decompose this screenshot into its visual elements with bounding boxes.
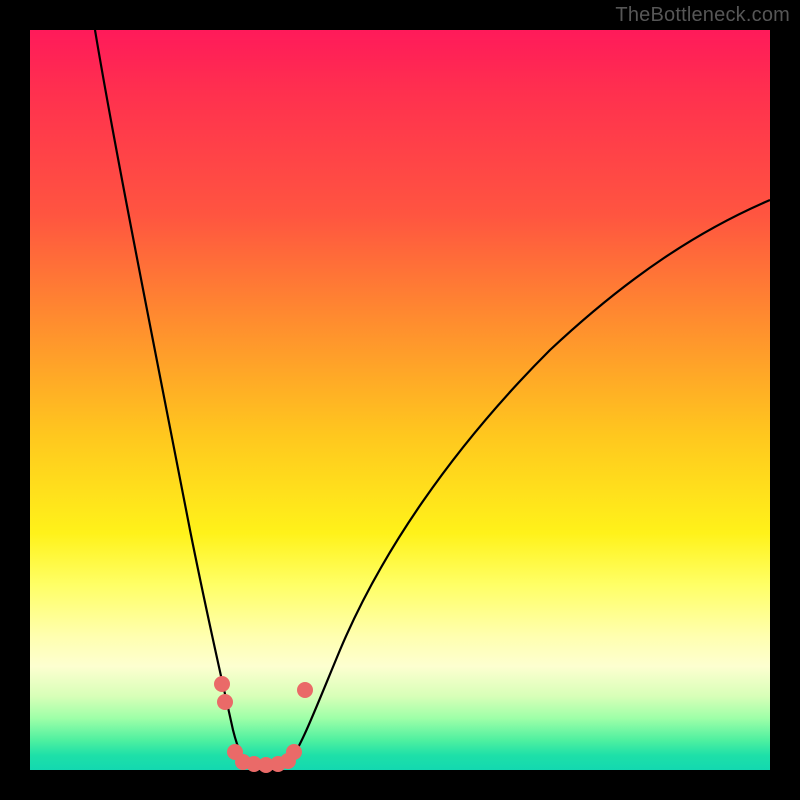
curve-left	[95, 30, 250, 764]
watermark-text: TheBottleneck.com	[615, 4, 790, 27]
bottleneck-curve	[30, 30, 770, 770]
outer-frame: TheBottleneck.com	[0, 0, 800, 800]
marker-cluster	[214, 676, 313, 773]
plot-area	[30, 30, 770, 770]
curve-right	[288, 200, 770, 763]
